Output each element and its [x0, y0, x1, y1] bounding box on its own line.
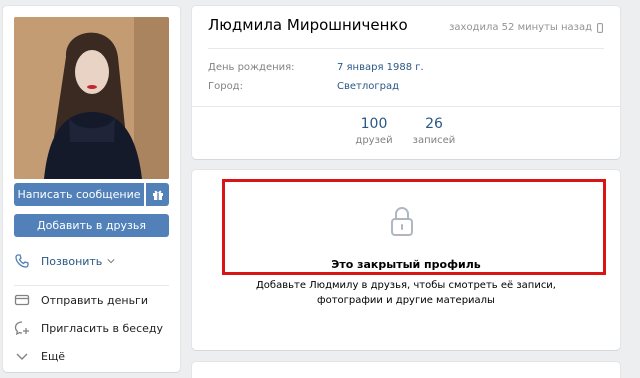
posts-count: 26	[425, 116, 443, 132]
friends-label: друзей	[355, 135, 393, 146]
send-message-label: Написать сообщение	[17, 188, 141, 201]
avatar-photo	[14, 17, 169, 179]
next-card	[192, 362, 620, 378]
gift-icon	[152, 190, 163, 200]
divider	[192, 106, 620, 107]
mobile-icon	[597, 22, 603, 33]
divider	[208, 48, 604, 49]
last-seen-status: заходила 52 минуты назад	[449, 22, 603, 33]
chevron-down-icon	[16, 353, 28, 360]
more-button[interactable]: Ещё	[14, 346, 169, 366]
chevron-down-icon	[107, 259, 115, 264]
money-transfer-icon	[14, 294, 30, 306]
send-money-label: Отправить деньги	[41, 293, 148, 307]
more-label: Ещё	[41, 349, 66, 363]
add-friend-button[interactable]: Добавить в друзья	[14, 214, 169, 237]
phone-icon	[15, 254, 29, 268]
call-label: Позвонить	[41, 254, 103, 268]
friends-counter[interactable]: 100 друзей	[344, 116, 404, 146]
invite-chat-label: Пригласить в беседу	[41, 321, 163, 335]
last-seen-text: заходила 52 минуты назад	[449, 22, 592, 33]
profile-info-card: Людмила Мирошниченко заходила 52 минуты …	[192, 6, 620, 159]
avatar[interactable]	[14, 17, 169, 179]
private-profile-card: Это закрытый профиль Добавьте Людмилу в …	[192, 170, 620, 350]
birthday-label: День рождения:	[208, 62, 295, 73]
city-value[interactable]: Светлоград	[337, 81, 399, 92]
chat-invite-icon	[14, 321, 29, 336]
divider	[14, 285, 169, 286]
call-button[interactable]: Позвонить	[14, 251, 169, 271]
send-message-button[interactable]: Написать сообщение	[14, 183, 144, 206]
profile-name: Людмила Мирошниченко	[208, 16, 408, 34]
left-sidebar-card: Написать сообщение Добавить в друзья Поз…	[3, 6, 180, 372]
send-money-button[interactable]: Отправить деньги	[14, 290, 169, 310]
city-label: Город:	[208, 81, 243, 92]
gift-button[interactable]	[146, 183, 169, 206]
private-profile-description: Добавьте Людмилу в друзья, чтобы смотрет…	[255, 280, 556, 306]
add-friend-label: Добавить в друзья	[37, 219, 146, 232]
private-profile-title: Это закрытый профиль	[331, 258, 481, 271]
lock-icon	[391, 206, 413, 236]
friends-count: 100	[360, 116, 388, 132]
posts-label: записей	[412, 135, 456, 146]
birthday-value[interactable]: 7 января 1988 г.	[337, 62, 424, 73]
invite-chat-button[interactable]: Пригласить в беседу	[14, 318, 169, 338]
posts-counter[interactable]: 26 записей	[404, 116, 464, 146]
